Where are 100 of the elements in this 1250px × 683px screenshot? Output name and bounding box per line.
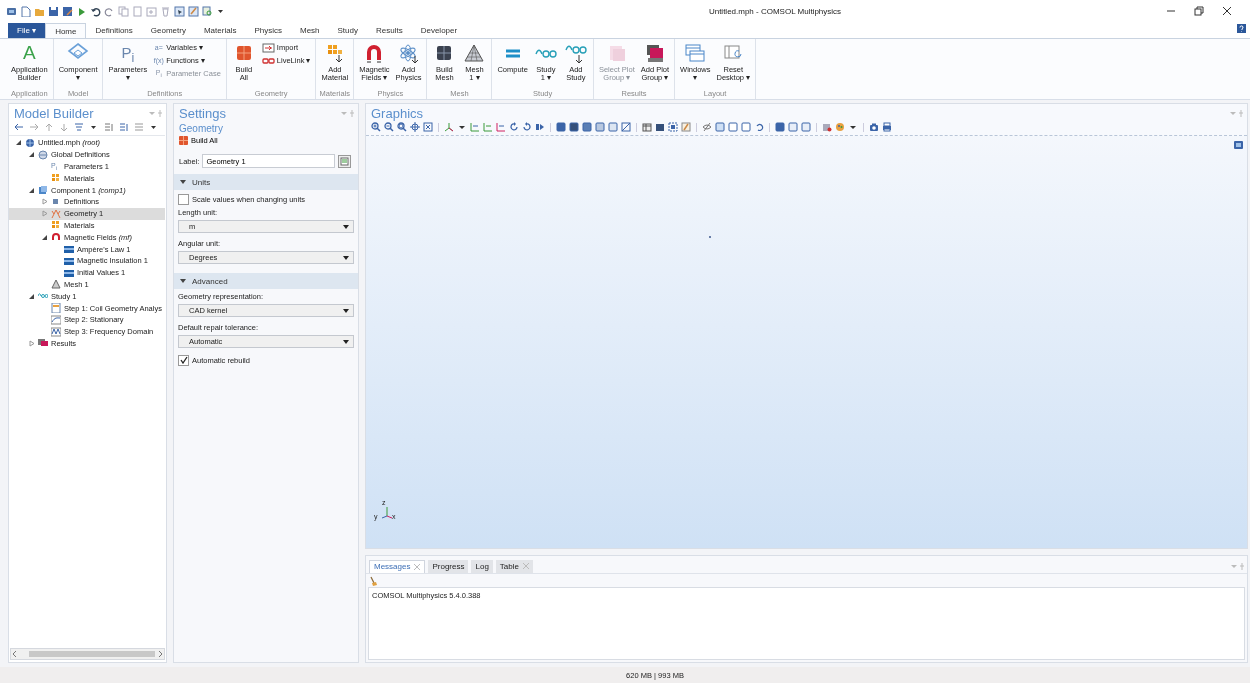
filter-icon[interactable] — [74, 122, 84, 132]
folder-icon — [64, 267, 74, 278]
ribbon-tab[interactable]: Mesh — [290, 23, 329, 38]
triangle-mesh-icon — [51, 279, 61, 290]
palette-icon[interactable] — [835, 122, 845, 132]
hide-icon[interactable] — [621, 122, 631, 132]
geometry-icon — [51, 208, 61, 219]
collapsed-arrow-icon[interactable] — [28, 339, 35, 347]
parameter-symbol-icon: P$_{i}$ — [121, 42, 135, 64]
caret-icon — [343, 339, 349, 344]
caret-icon — [343, 255, 349, 260]
zoom-out-icon[interactable] — [384, 122, 394, 132]
folder-icon — [64, 255, 74, 266]
window-title: Untitled.mph - COMSOL Multiphysics — [707, 6, 843, 16]
app-icon[interactable] — [6, 5, 17, 17]
undo-icon[interactable] — [90, 5, 101, 17]
checkbox[interactable] — [178, 193, 189, 205]
eye-slash-icon[interactable] — [702, 122, 712, 132]
zoom-box-icon[interactable] — [397, 122, 407, 132]
zoom-in-icon[interactable] — [371, 122, 381, 132]
triangle-mesh-icon — [462, 42, 487, 64]
document-icon[interactable] — [338, 154, 352, 168]
expanded-arrow-icon[interactable] — [28, 186, 35, 194]
arrow-up-icon[interactable] — [44, 122, 54, 132]
arrow-left-icon[interactable] — [14, 122, 24, 132]
save-as-icon[interactable] — [62, 5, 73, 17]
ribbon-tab[interactable]: Physics — [245, 23, 291, 38]
selection-icon[interactable] — [668, 122, 678, 132]
panel-tab[interactable]: Table — [495, 559, 533, 573]
close-icon[interactable] — [1222, 6, 1232, 16]
section-header[interactable]: Units — [174, 174, 358, 190]
material-blocks-icon — [51, 173, 61, 184]
material-blocks-icon — [51, 220, 61, 231]
cube-icon[interactable] — [822, 122, 832, 132]
camera-icon[interactable] — [869, 122, 879, 132]
collapsed-arrow-icon[interactable] — [41, 210, 48, 218]
scene-icon[interactable] — [655, 122, 665, 132]
ribbon-tab[interactable]: Definitions — [86, 23, 142, 38]
arrow-right-icon[interactable] — [29, 122, 39, 132]
curve-icon — [51, 314, 61, 325]
collapsed-arrow-icon[interactable] — [41, 198, 48, 206]
broom-icon[interactable] — [369, 575, 377, 586]
link-icon — [261, 55, 275, 66]
select-box-icon[interactable] — [188, 5, 199, 17]
ribbon-tab[interactable]: Study — [328, 23, 367, 38]
arrow-down-icon[interactable] — [59, 122, 69, 132]
folder-icon — [64, 244, 74, 255]
globe-icon — [25, 137, 35, 148]
import-icon — [261, 42, 275, 53]
undo-icon[interactable] — [754, 122, 764, 132]
play-icon[interactable] — [76, 5, 87, 17]
panel-tab[interactable]: Messages — [369, 559, 426, 573]
sort-icon[interactable] — [104, 122, 114, 132]
table-icon[interactable] — [642, 122, 652, 132]
grid-block-icon — [179, 136, 188, 145]
expanded-arrow-icon[interactable] — [28, 151, 35, 159]
point-marker — [709, 236, 711, 238]
axes-icon[interactable] — [444, 122, 454, 132]
ribbon-tab[interactable]: Home — [45, 23, 87, 38]
panel-title: Settings — [179, 105, 227, 121]
window-icon[interactable] — [1234, 141, 1243, 149]
panel-tab[interactable]: Log — [471, 559, 493, 573]
new-file-icon[interactable] — [20, 5, 31, 17]
ribbon-tab[interactable]: Results — [367, 23, 412, 38]
save-icon[interactable] — [48, 5, 59, 17]
panel-title: Model Builder — [14, 105, 95, 121]
caret-icon — [343, 308, 349, 313]
ribbon-tab[interactable]: Materials — [194, 23, 246, 38]
scroll-right-icon[interactable] — [156, 650, 164, 658]
caret-icon — [343, 224, 349, 229]
panel-title: Graphics — [371, 105, 425, 121]
restore-icon[interactable] — [1194, 6, 1204, 16]
horizontal-scrollbar[interactable] — [10, 648, 165, 660]
expanded-arrow-icon[interactable] — [41, 233, 48, 241]
ribbon-tab[interactable]: Geometry — [141, 23, 195, 38]
expanded-arrow-icon — [180, 179, 186, 185]
ribbon-tab[interactable]: Developer — [411, 23, 467, 38]
mirror-icon[interactable] — [535, 122, 545, 132]
expanded-arrow-icon — [180, 278, 186, 284]
section-header[interactable]: Advanced — [174, 273, 358, 289]
expanded-arrow-icon[interactable] — [28, 292, 35, 300]
crosshair-icon[interactable] — [410, 122, 420, 132]
scroll-left-icon[interactable] — [11, 650, 19, 658]
plot-group-icon — [38, 338, 48, 349]
windows-icon — [683, 42, 708, 64]
zoom-extents-icon[interactable] — [423, 122, 433, 132]
letter-icon: A — [23, 42, 36, 64]
paint-icon[interactable] — [681, 122, 691, 132]
help-icon[interactable] — [1237, 24, 1246, 33]
select-box-icon[interactable] — [174, 5, 185, 17]
printer-icon[interactable] — [882, 122, 892, 132]
expanded-arrow-icon[interactable] — [15, 139, 22, 147]
cube-icon — [38, 185, 48, 196]
checkbox[interactable] — [178, 354, 189, 366]
wave-icon — [51, 326, 61, 337]
file-menu-button[interactable]: File ▾ — [8, 23, 46, 38]
globe-icon — [38, 149, 48, 160]
xz-plane-icon[interactable] — [496, 122, 506, 132]
sort-icon[interactable] — [119, 122, 129, 132]
panel-tab[interactable]: Progress — [428, 559, 469, 573]
